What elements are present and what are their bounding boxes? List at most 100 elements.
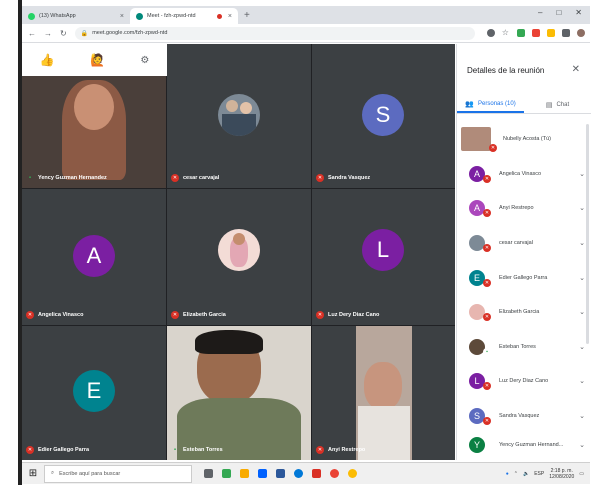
chevron-down-icon[interactable]: ⌄ — [579, 239, 585, 247]
participant-name: Luz Dery Diaz Cano — [499, 378, 549, 385]
camera-icon[interactable] — [486, 29, 495, 37]
participant-name-label: ▪ Yency Guzman Hernandez — [26, 174, 107, 182]
mic-off-icon: ✕ — [483, 209, 491, 218]
list-item[interactable]: A ✕ Angelica Vinasco ⌄ — [457, 157, 591, 192]
avatar: E ✕ — [469, 269, 491, 287]
list-item[interactable]: A ✕ Anyi Restrepo ⌄ — [457, 191, 591, 226]
chevron-down-icon[interactable]: ⌄ — [579, 308, 585, 316]
edge-icon[interactable] — [294, 469, 303, 478]
search-icon: ⌕ — [51, 470, 55, 476]
star-icon[interactable]: ☆ — [502, 29, 510, 37]
extension-icon[interactable] — [546, 29, 555, 37]
tab-meet[interactable]: Meet - fzh-zpwd-ntd × — [130, 8, 238, 24]
participant-tile[interactable]: A ✕ Angelica Vinasco — [22, 189, 166, 325]
address-bar[interactable]: 🔒 meet.google.com/fzh-zpwd-ntd — [74, 26, 475, 40]
list-item[interactable]: ✕ Elizabeth Garcia ⌄ — [457, 295, 591, 330]
avatar: ✕ — [469, 235, 491, 253]
tab-whatsapp[interactable]: (13) WhatsApp × — [22, 8, 130, 24]
system-tray: ● ⌃ 🔈 ESP 2:18 p. m. 12/08/2020 ▭ — [506, 468, 590, 480]
participant-name-label: ✕ Elizabeth Garcia — [171, 311, 226, 319]
mic-on-icon: ▪ — [28, 175, 32, 181]
app-icon[interactable] — [348, 469, 357, 478]
extension-icon[interactable] — [531, 29, 540, 37]
participant-tile[interactable]: ✕ Anyi Restrepo — [312, 326, 455, 460]
panel-title: Detalles de la reunión — [467, 66, 545, 75]
close-icon[interactable]: ✕ — [572, 64, 580, 75]
chevron-down-icon[interactable]: ⌄ — [579, 170, 585, 178]
minimize-button[interactable]: – — [538, 8, 542, 17]
avatar: A ✕ — [469, 200, 491, 218]
participant-tile[interactable]: S ✕ Sandra Vasquez — [312, 44, 455, 188]
back-arrow-icon[interactable]: ← — [28, 29, 36, 38]
avatar: S ✕ — [469, 408, 491, 426]
list-item[interactable]: E ✕ Edier Gallego Parra ⌄ — [457, 260, 591, 295]
list-item[interactable]: ✕ cesar carvajal ⌄ — [457, 226, 591, 261]
chevron-down-icon[interactable]: ⌄ — [579, 412, 585, 420]
close-window-button[interactable]: ✕ — [575, 8, 582, 17]
avatar: A ✕ — [469, 165, 491, 183]
taskbar-apps — [204, 469, 357, 478]
chevron-down-icon[interactable]: ⌄ — [579, 377, 585, 385]
notifications-icon[interactable]: ▭ — [579, 471, 584, 477]
avatar: E — [73, 370, 115, 412]
chevron-down-icon[interactable]: ⌄ — [579, 204, 585, 212]
participant-tile[interactable]: E ✕ Edier Gallego Parra — [22, 326, 166, 460]
chrome-icon[interactable] — [330, 469, 339, 478]
word-icon[interactable] — [276, 469, 285, 478]
clock[interactable]: 2:18 p. m. 12/08/2020 — [549, 468, 574, 480]
avatar: ✕ — [461, 127, 497, 153]
list-item[interactable]: ✕ Nubelly Acosta (Tú) — [457, 122, 591, 157]
url-text: meet.google.com/fzh-zpwd-ntd — [92, 30, 168, 36]
avatar: L ✕ — [469, 373, 491, 391]
list-item[interactable]: L ✕ Luz Dery Diaz Cano ⌄ — [457, 364, 591, 399]
participant-tile[interactable]: L ✕ Luz Dery Diaz Cano — [312, 189, 455, 325]
tab-chat[interactable]: ▤ Chat — [524, 96, 591, 113]
participant-name: Anyi Restrepo — [499, 205, 534, 212]
close-tab-icon[interactable]: × — [228, 13, 232, 20]
new-tab-button[interactable]: + — [244, 8, 250, 24]
video-feed — [358, 406, 410, 460]
close-tab-icon[interactable]: × — [120, 13, 124, 20]
folder-icon[interactable] — [240, 469, 249, 478]
participant-name-label: ▪ Esteban Torres — [171, 446, 223, 454]
browser-toolbar: ← → ↻ 🔒 meet.google.com/fzh-zpwd-ntd ☆ ⋮ — [22, 24, 590, 43]
participant-tile[interactable]: ▪ Esteban Torres — [167, 326, 311, 460]
mic-off-icon: ✕ — [483, 313, 491, 322]
forward-arrow-icon[interactable]: → — [44, 29, 52, 38]
profile-icon[interactable] — [576, 29, 585, 37]
tab-people[interactable]: 👥 Personas (10) — [457, 96, 524, 113]
participant-name: Elizabeth Garcia — [499, 309, 540, 316]
network-icon[interactable]: ● — [506, 471, 509, 477]
volume-icon[interactable]: 🔈 — [523, 471, 529, 477]
task-view-icon[interactable] — [204, 469, 213, 478]
extension-icon[interactable] — [516, 29, 525, 37]
chevron-down-icon[interactable]: ⌄ — [579, 274, 585, 282]
reload-icon[interactable]: ↻ — [60, 29, 67, 38]
participant-name: cesar carvajal — [499, 240, 533, 247]
thumbs-up-icon[interactable]: 👍 — [40, 53, 55, 67]
avatar: A — [73, 235, 115, 277]
chevron-down-icon[interactable]: ⌄ — [579, 343, 585, 351]
avatar: ▪ — [469, 338, 491, 356]
participant-list: ✕ Nubelly Acosta (Tú) A ✕ Angelica Vinasc… — [457, 122, 591, 457]
list-item[interactable]: S ✕ Sandra Vasquez ⌄ — [457, 399, 591, 434]
mic-off-icon: ✕ — [26, 311, 34, 319]
chevron-up-icon[interactable]: ⌃ — [514, 471, 518, 477]
participant-tile[interactable]: ✕ Elizabeth Garcia — [167, 189, 311, 325]
puzzle-icon[interactable] — [561, 29, 570, 37]
tab-title: Meet - fzh-zpwd-ntd — [147, 13, 196, 19]
dropbox-icon[interactable] — [258, 469, 267, 478]
participant-tile[interactable]: ✕ cesar carvajal — [167, 44, 311, 188]
raise-hand-icon[interactable]: 🙋 — [90, 53, 105, 67]
windows-start-icon[interactable]: ⊞ — [22, 468, 44, 479]
lang-indicator[interactable]: ESP — [534, 471, 544, 477]
whatsapp-icon — [28, 12, 35, 20]
app-icon[interactable] — [312, 469, 321, 478]
app-icon[interactable] — [222, 469, 231, 478]
settings-icon[interactable]: ⚙ — [140, 55, 149, 66]
maximize-button[interactable]: □ — [556, 8, 561, 17]
list-item[interactable]: Y Yency Guzman Hernand... ⌄ — [457, 433, 591, 457]
list-item[interactable]: ▪ Esteban Torres ⌄ — [457, 330, 591, 365]
chevron-down-icon[interactable]: ⌄ — [579, 441, 585, 449]
taskbar-search[interactable]: ⌕ Escribe aquí para buscar — [44, 464, 192, 483]
